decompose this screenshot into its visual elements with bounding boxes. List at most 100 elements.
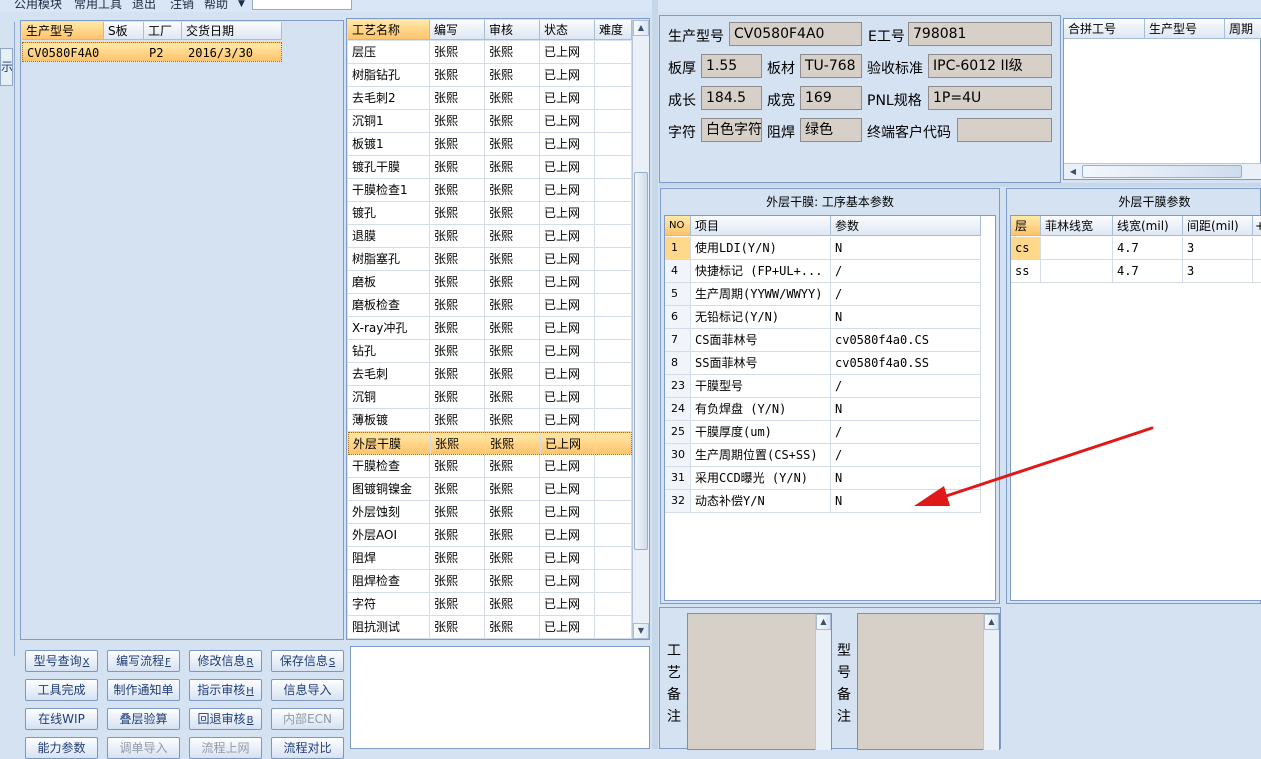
- col-model[interactable]: 生产型号: [22, 22, 104, 39]
- param-row[interactable]: 8 SS面菲林号 cv0580f4a0.SS: [665, 352, 981, 375]
- col-merge-cycle[interactable]: 周期: [1225, 19, 1261, 38]
- param-row[interactable]: 7 CS面菲林号 cv0580f4a0.CS: [665, 329, 981, 352]
- merge-scroll-thumb[interactable]: [1082, 165, 1242, 178]
- process-remark-scrollbar[interactable]: ▲: [815, 614, 831, 750]
- param-row[interactable]: 4 快捷标记 (FP+UL+... /: [665, 260, 981, 283]
- process-row[interactable]: 外层干膜 张熙 张熙 已上网: [348, 432, 632, 455]
- col-item[interactable]: 项目: [691, 216, 831, 235]
- model-row[interactable]: CV0580F4A0 P2 2016/3/30: [22, 42, 282, 62]
- param-row[interactable]: 1 使用LDI(Y/N) N: [665, 237, 981, 260]
- pnl-field[interactable]: 1P=4U: [928, 86, 1052, 110]
- material-field[interactable]: TU-768: [800, 54, 862, 78]
- menu-combo-box[interactable]: [252, 0, 352, 10]
- scroll-up-icon[interactable]: ▲: [633, 20, 649, 36]
- col-param[interactable]: 参数: [831, 216, 981, 235]
- film-row[interactable]: ss 4.7 3: [1011, 260, 1261, 283]
- scroll-left-icon[interactable]: ◀: [1066, 165, 1080, 178]
- process-row[interactable]: 镀孔 张熙 张熙 已上网: [348, 202, 632, 225]
- menu-help[interactable]: 帮助: [204, 0, 228, 12]
- scroll-thumb[interactable]: [634, 172, 648, 550]
- param-row[interactable]: 23 干膜型号 /: [665, 375, 981, 398]
- col-no[interactable]: NO: [665, 216, 691, 235]
- process-remark-field[interactable]: ▲: [687, 613, 832, 750]
- param-row[interactable]: 6 无铅标记(Y/N) N: [665, 306, 981, 329]
- menu-public-module[interactable]: 公用模块: [14, 0, 62, 12]
- process-row[interactable]: 薄板镀 张熙 张熙 已上网: [348, 409, 632, 432]
- col-reviewer[interactable]: 审核: [485, 20, 540, 39]
- process-row[interactable]: 去毛刺 张熙 张熙 已上网: [348, 363, 632, 386]
- action-button-15[interactable]: 流程对比: [271, 737, 344, 759]
- process-row[interactable]: 去毛刺2 张熙 张熙 已上网: [348, 87, 632, 110]
- process-row[interactable]: 阻焊检查 张熙 张熙 已上网: [348, 570, 632, 593]
- col-spacing-mil[interactable]: 间距(mil): [1183, 216, 1253, 235]
- process-row[interactable]: 图镀铜镍金 张熙 张熙 已上网: [348, 478, 632, 501]
- thickness-field[interactable]: 1.55: [701, 54, 762, 78]
- action-button-11[interactable]: 内部ECN: [271, 708, 344, 730]
- col-status[interactable]: 状态: [540, 20, 595, 39]
- process-row[interactable]: 字符 张熙 张熙 已上网: [348, 593, 632, 616]
- action-button-13[interactable]: 调单导入: [107, 737, 180, 759]
- model-field[interactable]: CV0580F4A0: [729, 22, 862, 46]
- film-row[interactable]: cs 4.7 3: [1011, 237, 1261, 260]
- param-row[interactable]: 24 有负焊盘 (Y/N) N: [665, 398, 981, 421]
- process-row[interactable]: 外层AOI 张熙 张熙 已上网: [348, 524, 632, 547]
- col-delivery-date[interactable]: 交货日期: [182, 22, 282, 39]
- process-row[interactable]: X-ray冲孔 张熙 张熙 已上网: [348, 317, 632, 340]
- process-row[interactable]: 镀孔干膜 张熙 张熙 已上网: [348, 156, 632, 179]
- action-button-5[interactable]: 制作通知单: [107, 679, 180, 701]
- process-row[interactable]: 磨板检查 张熙 张熙 已上网: [348, 294, 632, 317]
- left-panel-tab[interactable]: 示: [0, 48, 13, 86]
- process-row[interactable]: 阻焊 张熙 张熙 已上网: [348, 547, 632, 570]
- param-row[interactable]: 5 生产周期(YYWW/WWYY) /: [665, 283, 981, 306]
- merge-grid-hscrollbar[interactable]: ◀: [1064, 163, 1261, 179]
- h-splitter[interactable]: [659, 183, 1261, 187]
- scroll-up-icon[interactable]: ▲: [816, 614, 831, 630]
- splitter[interactable]: [652, 0, 658, 749]
- col-author[interactable]: 编写: [430, 20, 485, 39]
- process-row[interactable]: 沉铜1 张熙 张熙 已上网: [348, 110, 632, 133]
- action-button-2[interactable]: 修改信息R: [189, 650, 262, 672]
- action-button-12[interactable]: 能力参数: [25, 737, 98, 759]
- process-row[interactable]: 树脂钻孔 张熙 张熙 已上网: [348, 64, 632, 87]
- process-row[interactable]: 板镀1 张熙 张熙 已上网: [348, 133, 632, 156]
- action-button-14[interactable]: 流程上网: [189, 737, 262, 759]
- col-film-linewidth[interactable]: 菲林线宽: [1041, 216, 1113, 235]
- process-row[interactable]: 层压 张熙 张熙 已上网: [348, 41, 632, 64]
- action-button-10[interactable]: 回退审核B: [189, 708, 262, 730]
- process-row[interactable]: 外层蚀刻 张熙 张熙 已上网: [348, 501, 632, 524]
- process-row[interactable]: 退膜 张熙 张熙 已上网: [348, 225, 632, 248]
- action-button-9[interactable]: 叠层验算: [107, 708, 180, 730]
- action-button-1[interactable]: 编写流程F: [107, 650, 180, 672]
- model-remark-scrollbar[interactable]: ▲: [983, 614, 999, 750]
- action-button-7[interactable]: 信息导入: [271, 679, 344, 701]
- col-process-name[interactable]: 工艺名称: [348, 20, 430, 39]
- process-row[interactable]: 沉铜 张熙 张熙 已上网: [348, 386, 632, 409]
- action-button-0[interactable]: 型号查询X: [25, 650, 98, 672]
- col-s-board[interactable]: S板: [104, 22, 144, 39]
- character-field[interactable]: 白色字符: [701, 118, 762, 142]
- action-button-4[interactable]: 工具完成: [25, 679, 98, 701]
- length-field[interactable]: 184.5: [701, 86, 762, 110]
- model-remark-field[interactable]: ▲: [857, 613, 1000, 750]
- col-more[interactable]: +: [1253, 216, 1261, 235]
- scroll-down-icon[interactable]: ▼: [633, 623, 649, 639]
- standard-field[interactable]: IPC-6012 II级: [928, 54, 1052, 78]
- process-row[interactable]: 干膜检查 张熙 张熙 已上网: [348, 455, 632, 478]
- menu-tools[interactable]: 常用工具: [74, 0, 122, 12]
- process-row[interactable]: 磨板 张熙 张熙 已上网: [348, 271, 632, 294]
- col-layer[interactable]: 层: [1011, 216, 1041, 235]
- e-number-field[interactable]: 798081: [908, 22, 1052, 46]
- process-row[interactable]: 树脂塞孔 张熙 张熙 已上网: [348, 248, 632, 271]
- menu-exit[interactable]: 退出: [132, 0, 156, 12]
- action-button-6[interactable]: 指示审核H: [189, 679, 262, 701]
- process-row[interactable]: 干膜检查1 张熙 张熙 已上网: [348, 179, 632, 202]
- action-button-3[interactable]: 保存信息S: [271, 650, 344, 672]
- chevron-down-icon[interactable]: ▼: [238, 0, 245, 9]
- scroll-up-icon[interactable]: ▲: [984, 614, 999, 630]
- col-difficulty[interactable]: 难度: [595, 20, 632, 39]
- col-linewidth-mil[interactable]: 线宽(mil): [1113, 216, 1183, 235]
- solder-mask-field[interactable]: 绿色: [800, 118, 862, 142]
- customer-code-field[interactable]: [957, 118, 1052, 142]
- process-row[interactable]: 阻抗测试 张熙 张熙 已上网: [348, 616, 632, 639]
- col-factory[interactable]: 工厂: [144, 22, 182, 39]
